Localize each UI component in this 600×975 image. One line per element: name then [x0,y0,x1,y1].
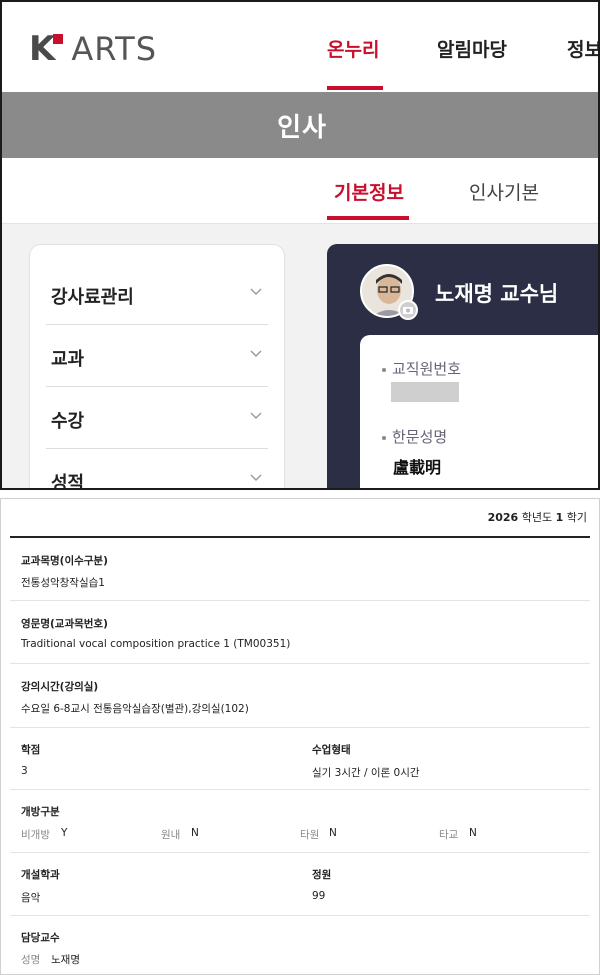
chevron-down-icon [250,288,262,295]
logo-red-square [53,34,64,44]
sidebar-menu: 강사료관리 교과 수강 성적 [29,244,285,490]
open-option-value: N [329,827,337,839]
sidebar-item-label: 성적 [51,473,85,490]
hanja-name-label: 한문성명 [392,428,448,446]
tab-hr-basic[interactable]: 인사기본 [469,178,539,205]
staff-number-masked [391,382,459,402]
term-year: 2026 [487,511,519,524]
english-name-row: 영문명(교과목번호) Traditional vocal composition… [10,601,590,664]
sidebar-item-label: 강사료관리 [51,287,134,308]
open-option-label: 원내 [161,829,181,841]
subtab-active-indicator [327,216,409,220]
subtab-bar: 기본정보 인사기본 [2,158,598,224]
open-type-label: 개방구분 [21,806,60,818]
english-name-label: 영문명(교과목번호) [21,618,108,630]
logo-letter: K [29,29,55,69]
class-type-label: 수업형태 [312,744,351,756]
schedule-value: 수요일 6-8교시 전통음악실습장(별관),강의실(102) [21,703,249,715]
credits-row: 학점 3 수업형태 실기 3시간 / 이론 0시간 [10,728,590,790]
open-option-value: Y [61,827,68,839]
bullet-icon [382,436,386,440]
capacity-label: 정원 [312,869,332,881]
dept-row: 개설학과 음악 정원 99 [10,853,590,916]
credits-value: 3 [21,765,28,777]
kart-logo[interactable]: K ARTS [29,32,157,66]
open-option-value: N [191,827,199,839]
camera-icon[interactable] [398,300,418,320]
schedule-label: 강의시간(강의실) [21,681,99,693]
chevron-down-icon [250,350,262,357]
page-title: 인사 [277,112,327,143]
profile-name: 노재명 교수님 [435,282,559,306]
hanja-name-value: 盧載明 [393,458,442,477]
open-option-label: 비개방 [21,829,50,841]
professor-row: 담당교수 성명 노재명 [10,916,590,974]
page-title-bar: 인사 [2,92,598,158]
staff-number-label: 교직원번호 [392,360,462,378]
nav-item-notice[interactable]: 알림마당 [437,35,507,62]
nav-item-info[interactable]: 정보 [567,35,598,62]
professor-name-label: 성명 [21,954,41,966]
open-type-row: 개방구분 비개방 Y 원내 N 타원 N 타교 N [10,790,590,853]
nav-item-onnuri[interactable]: 온누리 [327,35,379,62]
schedule-row: 강의시간(강의실) 수요일 6-8교시 전통음악실습장(별관),강의실(102) [10,664,590,728]
open-option-label: 타원 [300,829,320,841]
site-header: K ARTS 온누리 알림마당 정보 [2,2,598,92]
term-semester: 1 [555,511,564,524]
course-name-value: 전통성악창작실습1 [21,577,105,589]
dept-label: 개설학과 [21,869,60,881]
professor-label: 담당교수 [21,932,60,944]
capacity-value: 99 [312,890,326,902]
english-name-value: Traditional vocal composition practice 1… [21,638,291,650]
credits-label: 학점 [21,744,41,756]
open-option-value: N [469,827,477,839]
tab-basic-info[interactable]: 기본정보 [334,178,404,205]
sidebar-item-lecturer-pay[interactable]: 강사료관리 [46,263,268,325]
bullet-icon [382,368,386,372]
sidebar-item-label: 교과 [51,349,85,370]
chevron-down-icon [250,412,262,419]
open-option-label: 타교 [439,829,459,841]
term-indicator: 2026 학년도 1 학기 [488,509,587,525]
camera-glyph [403,307,413,314]
course-name-row: 교과목명(이수구분) 전통성악창작실습1 [10,538,590,601]
course-detail-screenshot: 2026 학년도 1 학기 교과목명(이수구분) 전통성악창작실습1 영문명(교… [0,498,600,975]
sidebar-item-enrollment[interactable]: 수강 [46,387,268,449]
nav-active-indicator [327,86,383,90]
dept-value: 음악 [21,892,41,904]
term-semester-suffix: 학기 [566,511,587,524]
course-name-label: 교과목명(이수구분) [21,555,108,567]
term-year-suffix: 학년도 [521,511,553,524]
sidebar-item-curriculum[interactable]: 교과 [46,325,268,387]
sidebar-item-label: 수강 [51,411,85,432]
class-type-value: 실기 3시간 / 이론 0시간 [312,767,420,779]
logo-word: ARTS [71,30,158,68]
chevron-down-icon [250,474,262,481]
top-screenshot: K ARTS 온누리 알림마당 정보 인사 기본정보 인사기본 강사료관리 교과… [0,0,600,490]
professor-name-value: 노재명 [51,954,80,966]
sidebar-item-grades[interactable]: 성적 [46,449,268,490]
